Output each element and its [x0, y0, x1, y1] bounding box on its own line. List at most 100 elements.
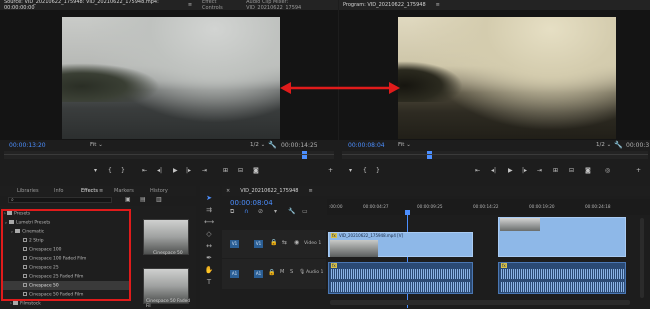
captions-icon[interactable]: ▭: [302, 208, 308, 215]
sync-lock-icon[interactable]: ⇆: [282, 239, 287, 246]
type-tool-icon[interactable]: T: [204, 278, 214, 287]
track-name-v1: Video 1: [304, 241, 322, 246]
pen-tool-icon[interactable]: ✒: [204, 254, 214, 263]
program-fit-dropdown[interactable]: Fit ⌄: [398, 142, 411, 148]
source-scrub-bar[interactable]: [4, 151, 334, 159]
linked-selection-icon[interactable]: ⊘: [258, 208, 263, 215]
source-resolution-dropdown[interactable]: 1/2 ⌄: [250, 142, 265, 148]
eye-icon[interactable]: ◉: [294, 239, 299, 246]
tab-info[interactable]: Info: [54, 188, 63, 194]
add-button-icon[interactable]: +: [328, 167, 333, 174]
step-back-icon[interactable]: ◂|: [157, 167, 162, 174]
source-playhead[interactable]: [302, 151, 307, 159]
video-clip-1[interactable]: fx VID_20210622_175948.mp4 [V]: [328, 232, 473, 257]
tab-history[interactable]: History: [150, 188, 168, 194]
clip-thumbnail: [500, 218, 540, 231]
camera-icon[interactable]: ◙: [585, 167, 591, 174]
play-icon[interactable]: ▶: [173, 167, 178, 174]
program-scrub-bar[interactable]: [342, 151, 648, 159]
tab-program[interactable]: Program: VID_20210622_175948: [343, 2, 426, 8]
go-to-out-icon[interactable]: ⇥: [202, 167, 207, 174]
program-monitor-tabbar: Program: VID_20210622_175948 ≡: [339, 0, 650, 10]
step-back-icon[interactable]: ◂|: [491, 167, 496, 174]
go-to-in-icon[interactable]: ⇤: [475, 167, 480, 174]
step-forward-icon[interactable]: |▸: [186, 167, 191, 174]
insert-icon[interactable]: ⊞: [223, 167, 228, 174]
slip-tool-icon[interactable]: ↔: [204, 242, 214, 251]
timeline-vertical-scrollbar[interactable]: [640, 218, 644, 298]
hand-tool-icon[interactable]: ✋: [204, 266, 214, 275]
lock-icon[interactable]: 🔒: [268, 269, 275, 276]
video-clip-2[interactable]: [498, 217, 626, 257]
tab-effects[interactable]: Effects: [81, 188, 98, 194]
camera-icon[interactable]: ◙: [253, 167, 259, 174]
mark-in-icon[interactable]: {: [363, 167, 367, 174]
program-resolution-dropdown[interactable]: 1/2 ⌄: [596, 142, 611, 148]
red-highlight-box: [1, 209, 131, 301]
snap-icon[interactable]: ∩: [244, 208, 248, 215]
overwrite-icon[interactable]: ⊟: [238, 167, 243, 174]
program-wrench-icon[interactable]: 🔧: [614, 141, 623, 149]
play-icon[interactable]: ▶: [508, 167, 513, 174]
lift-icon[interactable]: ⊞: [553, 167, 558, 174]
audio-clip-1[interactable]: fx: [328, 262, 473, 294]
timeline-toolbar: ⧉ ∩ ⊘ ▾ 🔧 ▭: [230, 208, 325, 216]
source-duration-timecode: 00:00:14:25: [281, 142, 318, 149]
extract-icon[interactable]: ⊟: [569, 167, 574, 174]
accelerated-effects-icon[interactable]: ▣: [125, 196, 131, 203]
comparison-double-arrow: [280, 82, 400, 94]
chevron-down-icon: ⌄: [606, 142, 612, 148]
fx-badge: fx: [331, 233, 337, 238]
program-menu-icon[interactable]: ≡: [436, 2, 440, 8]
step-forward-icon[interactable]: |▸: [522, 167, 527, 174]
add-marker-icon[interactable]: ▾: [349, 167, 352, 174]
timeline-timecode[interactable]: 00:00:08:04: [230, 199, 273, 207]
mute-button[interactable]: M: [280, 269, 284, 275]
add-button-icon[interactable]: +: [636, 167, 641, 174]
razor-tool-icon[interactable]: ◇: [204, 230, 214, 239]
audio-waveform: [501, 269, 624, 279]
source-patch-v1[interactable]: V1: [230, 240, 239, 248]
source-fit-dropdown[interactable]: Fit ⌄: [90, 142, 103, 148]
timeline-menu-icon[interactable]: ≡: [308, 188, 312, 194]
source-patch-a1[interactable]: A1: [230, 270, 239, 278]
microphone-icon[interactable]: 🎙: [299, 269, 305, 275]
ripple-edit-tool-icon[interactable]: ⟷: [204, 218, 214, 227]
timeline-ruler[interactable]: :00:00 00:00:04:27 00:00:09:25 00:00:14:…: [327, 199, 650, 215]
lock-icon[interactable]: 🔒: [270, 239, 277, 246]
timeline-horizontal-scrollbar[interactable]: [330, 300, 630, 305]
track-target-v1[interactable]: V1: [254, 240, 263, 248]
tab-markers[interactable]: Markers: [114, 188, 134, 194]
source-wrench-icon[interactable]: 🔧: [268, 141, 277, 149]
add-marker-icon[interactable]: ▾: [94, 167, 97, 174]
mark-out-icon[interactable]: }: [121, 167, 125, 174]
add-marker-icon[interactable]: ▾: [274, 208, 277, 215]
clip-thumbnail: [330, 240, 378, 257]
mark-out-icon[interactable]: }: [376, 167, 380, 174]
program-current-timecode[interactable]: 00:00:08:04: [348, 142, 385, 149]
nest-icon[interactable]: ⧉: [230, 208, 234, 216]
settings-wrench-icon[interactable]: 🔧: [288, 208, 295, 215]
audio-clip-2[interactable]: fx: [498, 262, 626, 294]
tab-libraries[interactable]: Libraries: [17, 188, 39, 194]
vr-icon[interactable]: ◎: [605, 167, 610, 174]
close-icon[interactable]: ×: [226, 188, 230, 194]
source-current-timecode[interactable]: 00:00:13:20: [9, 142, 46, 149]
effects-menu-icon[interactable]: ≡: [99, 188, 103, 194]
solo-button[interactable]: S: [290, 269, 293, 275]
source-menu-icon[interactable]: ≡: [188, 2, 192, 8]
32bit-effects-icon[interactable]: ▤: [140, 196, 146, 203]
tree-item-filmstock[interactable]: › Filmstock: [10, 301, 41, 306]
tab-sequence[interactable]: VID_20210622_175948: [240, 188, 298, 194]
search-input[interactable]: ⌕: [8, 197, 112, 203]
go-to-out-icon[interactable]: ⇥: [537, 167, 542, 174]
go-to-in-icon[interactable]: ⇤: [142, 167, 147, 174]
track-target-a1[interactable]: A1: [254, 270, 263, 278]
selection-tool-icon[interactable]: ➤: [204, 194, 214, 203]
mark-in-icon[interactable]: {: [108, 167, 112, 174]
track-select-tool-icon[interactable]: ⇉: [204, 206, 214, 215]
fx-badge: fx: [331, 263, 337, 268]
yuv-effects-icon[interactable]: ▥: [156, 196, 162, 203]
program-playhead[interactable]: [427, 151, 432, 159]
audio-waveform: [501, 282, 624, 292]
